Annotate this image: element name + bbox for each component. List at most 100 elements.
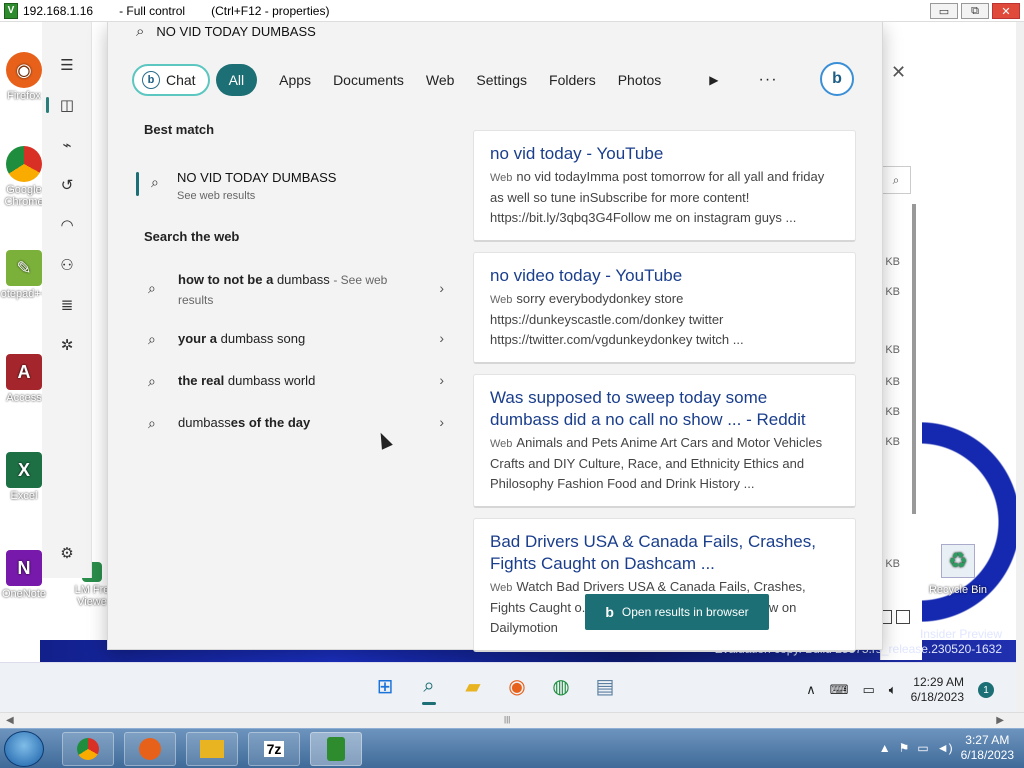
scroll-thumb[interactable]: ||| xyxy=(504,715,516,725)
folder-icon xyxy=(200,740,224,758)
host-taskbar: 7z ▲ ⚑ ▭ ◄) 3:27 AM 6/18/2023 xyxy=(0,728,1024,768)
result-title[interactable]: no vid today - YouTube xyxy=(490,143,839,165)
chrome-icon xyxy=(6,146,42,182)
vnc-icon xyxy=(327,737,345,761)
activity-icon[interactable]: ⌁ xyxy=(58,136,76,154)
network-icon[interactable]: ▭ xyxy=(863,682,875,698)
tab-all[interactable]: All xyxy=(215,64,258,96)
keyboard-icon[interactable]: ⌨ xyxy=(830,682,849,698)
web-suggestion[interactable]: ⌕ the real dumbass world › xyxy=(148,371,444,393)
chevron-up-icon[interactable]: ▲ xyxy=(879,741,891,755)
search-icon: ⌕ xyxy=(148,373,156,389)
desktop-icon-onenote[interactable]: N OneNote xyxy=(0,550,48,600)
flag-icon[interactable]: ⚑ xyxy=(899,741,910,755)
settings-gear-icon[interactable]: ⚙ xyxy=(58,544,76,562)
more-options-icon[interactable]: ··· xyxy=(759,71,778,89)
details-icon[interactable]: ≣ xyxy=(58,296,76,314)
clock[interactable]: 12:29 AM 6/18/2023 xyxy=(911,675,964,705)
search-icon: ⌕ xyxy=(148,331,156,347)
excel-icon: X xyxy=(6,452,42,488)
more-tabs-arrow-icon[interactable]: ▶ xyxy=(709,73,718,87)
remote-taskbar: ⊞ ⌕ ▰ ◉ ◍ ▤ ∧ ⌨ ▭ 🔈︎ 12:29 AM 6/18/2023 … xyxy=(0,662,1016,712)
windows-search-panel: ⌕ b Chat All Apps Documents Web Settings… xyxy=(107,22,883,652)
close-button[interactable]: ✕ xyxy=(992,3,1020,19)
chrome-icon[interactable]: ◍ xyxy=(548,673,574,699)
firefox-taskbar-button[interactable] xyxy=(124,732,176,766)
scrollbar[interactable] xyxy=(912,204,916,514)
search-icon[interactable]: ⌕ xyxy=(416,673,442,705)
windows-start-icon[interactable]: ⊞ xyxy=(372,673,398,699)
history-icon[interactable]: ↺ xyxy=(58,176,76,194)
chevron-right-icon: › xyxy=(439,414,444,430)
search-icon: ⌕ xyxy=(148,415,156,431)
search-box[interactable]: ⌕ xyxy=(136,22,581,40)
result-card[interactable]: no video today - YouTube Web sorry everyb… xyxy=(473,252,856,364)
open-results-in-browser-button[interactable]: b Open results in browser xyxy=(585,594,769,630)
desktop-icon-notepadpp[interactable]: ✎ otepad++ xyxy=(0,250,48,300)
file-explorer-icon[interactable]: ▰ xyxy=(460,673,486,699)
tab-photos[interactable]: Photos xyxy=(618,72,662,88)
desktop-icon-firefox[interactable]: ◉ Firefox xyxy=(0,52,48,102)
web-suggestion[interactable]: ⌕ your a dumbass song › xyxy=(148,329,444,351)
users-icon[interactable]: ⚇ xyxy=(58,256,76,274)
sevenzip-icon: 7z xyxy=(263,741,285,757)
widgets-icon[interactable]: ◫ xyxy=(46,96,76,114)
host-clock[interactable]: 3:27 AM 6/18/2023 xyxy=(961,733,1014,763)
vertical-scrollbar[interactable] xyxy=(1016,22,1024,712)
tab-folders[interactable]: Folders xyxy=(549,72,596,88)
chrome-icon xyxy=(77,738,99,760)
remote-desktop: ◉ Firefox Google Chrome ✎ otepad++ A Acc… xyxy=(0,22,1016,712)
bing-icon: b xyxy=(605,604,614,620)
start-orb-icon[interactable] xyxy=(4,731,44,767)
explorer-taskbar-button[interactable] xyxy=(186,732,238,766)
bing-icon[interactable]: b xyxy=(820,62,854,96)
desktop-icon-recycle-bin[interactable]: ♻ Recycle Bin xyxy=(922,544,994,596)
result-title[interactable]: Bad Drivers USA & Canada Fails, Crashes,… xyxy=(490,531,839,575)
result-title[interactable]: no video today - YouTube xyxy=(490,265,839,287)
search-icon: ⌕ xyxy=(151,174,159,190)
search-icon[interactable]: ⌕ xyxy=(881,166,911,194)
best-match-item[interactable]: ⌕ NO VID TODAY DUMBASS See web results xyxy=(136,170,442,220)
filter-bar: b Chat All Apps Documents Web Settings F… xyxy=(132,64,778,96)
firefox-icon xyxy=(139,738,161,760)
result-card[interactable]: Bad Drivers USA & Canada Fails, Crashes,… xyxy=(473,518,856,652)
volume-icon[interactable]: ◄) xyxy=(937,741,953,755)
scroll-right-icon[interactable]: ▶ xyxy=(996,715,1004,726)
task-manager-icon[interactable]: ▤ xyxy=(592,673,618,699)
tab-apps[interactable]: Apps xyxy=(279,72,311,88)
performance-icon[interactable]: ◠ xyxy=(58,216,76,234)
best-match-subtitle: See web results xyxy=(177,190,256,202)
minimize-button[interactable]: ▭ xyxy=(930,3,958,19)
search-input[interactable] xyxy=(156,23,457,39)
chrome-taskbar-button[interactable] xyxy=(62,732,114,766)
desktop-icon-chrome[interactable]: Google Chrome xyxy=(0,146,48,208)
result-card[interactable]: no vid today - YouTube Web no vid todayIm… xyxy=(473,130,856,242)
vnc-app-icon: V xyxy=(4,2,18,19)
recycle-bin-icon: ♻ xyxy=(941,544,975,578)
horizontal-scrollbar[interactable]: ◀ ||| ▶ xyxy=(0,712,1024,728)
tab-web[interactable]: Web xyxy=(426,72,455,88)
notification-badge[interactable]: 1 xyxy=(978,682,994,698)
scroll-left-icon[interactable]: ◀ xyxy=(6,715,14,726)
hamburger-menu-icon[interactable]: ☰ xyxy=(58,56,76,74)
chat-chip[interactable]: b Chat xyxy=(132,64,210,96)
chevron-up-icon[interactable]: ∧ xyxy=(806,682,816,698)
restore-button[interactable]: ⧉ xyxy=(961,3,989,19)
display-icon[interactable]: ▭ xyxy=(917,741,928,755)
web-suggestion[interactable]: ⌕ how to not be a dumbass - See web resu… xyxy=(148,270,444,310)
firefox-icon: ◉ xyxy=(6,52,42,88)
sevenzip-taskbar-button[interactable]: 7z xyxy=(248,732,300,766)
tab-documents[interactable]: Documents xyxy=(333,72,404,88)
volume-icon[interactable]: 🔈︎ xyxy=(889,682,897,698)
vnc-taskbar-button[interactable] xyxy=(310,732,362,766)
result-card[interactable]: Was supposed to sweep today some dumbass… xyxy=(473,374,856,508)
tab-settings[interactable]: Settings xyxy=(476,72,527,88)
desktop-icon-access[interactable]: A Access xyxy=(0,354,48,404)
best-match-title: NO VID TODAY DUMBASS xyxy=(177,170,337,185)
close-icon[interactable]: ✕ xyxy=(891,62,906,83)
desktop-icon-excel[interactable]: X Excel xyxy=(0,452,48,502)
services-icon[interactable]: ✲ xyxy=(58,336,76,354)
firefox-icon[interactable]: ◉ xyxy=(504,673,530,699)
result-title[interactable]: Was supposed to sweep today some dumbass… xyxy=(490,387,839,431)
web-suggestion[interactable]: ⌕ dumbasses of the day › xyxy=(148,413,444,435)
